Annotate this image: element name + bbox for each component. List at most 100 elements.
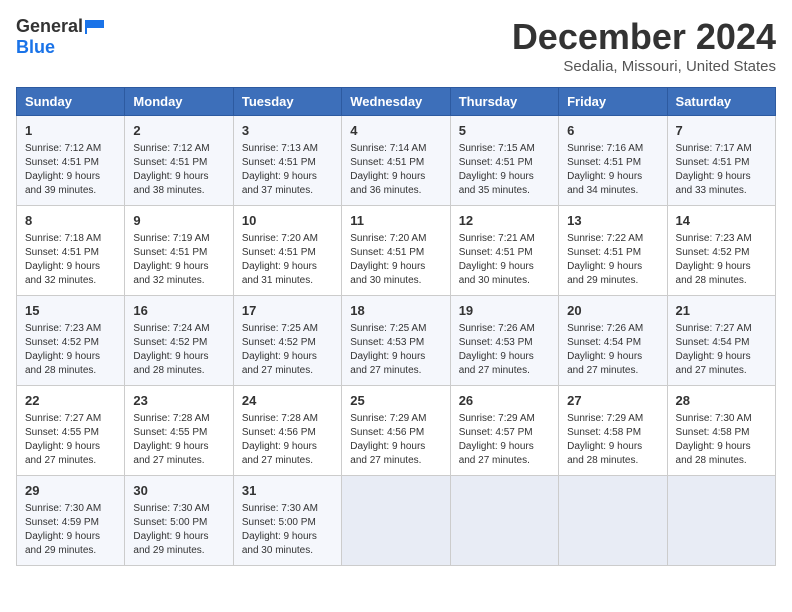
day-number: 23 — [133, 392, 224, 410]
calendar-header-row: SundayMondayTuesdayWednesdayThursdayFrid… — [17, 88, 776, 116]
day-number: 29 — [25, 482, 116, 500]
day-number: 3 — [242, 122, 333, 140]
day-number: 1 — [25, 122, 116, 140]
day-info: Sunrise: 7:30 AMSunset: 4:59 PMDaylight:… — [25, 502, 116, 558]
day-number: 18 — [350, 302, 441, 320]
day-info: Sunrise: 7:24 AMSunset: 4:52 PMDaylight:… — [133, 322, 224, 378]
calendar-cell: 3Sunrise: 7:13 AMSunset: 4:51 PMDaylight… — [233, 116, 341, 206]
day-info: Sunrise: 7:12 AMSunset: 4:51 PMDaylight:… — [133, 142, 224, 198]
logo-flag-icon — [84, 18, 106, 36]
day-info: Sunrise: 7:27 AMSunset: 4:55 PMDaylight:… — [25, 412, 116, 468]
title-area: December 2024 Sedalia, Missouri, United … — [512, 16, 776, 75]
day-info: Sunrise: 7:15 AMSunset: 4:51 PMDaylight:… — [459, 142, 550, 198]
day-number: 6 — [567, 122, 658, 140]
day-info: Sunrise: 7:29 AMSunset: 4:57 PMDaylight:… — [459, 412, 550, 468]
calendar-week-row: 15 Sunrise: 7:23 AMSunset: 4:52 PMDayligh… — [17, 296, 776, 386]
day-info: Sunrise: 7:23 AMSunset: 4:52 PMDaylight:… — [676, 232, 767, 288]
calendar-cell: 13 Sunrise: 7:22 AMSunset: 4:51 PMDayligh… — [559, 206, 667, 296]
calendar-cell: 2 Sunrise: 7:12 AMSunset: 4:51 PMDaylight… — [125, 116, 233, 206]
day-number: 15 — [25, 302, 116, 320]
day-info: Sunrise: 7:22 AMSunset: 4:51 PMDaylight:… — [567, 232, 658, 288]
day-number: 4 — [350, 122, 441, 140]
day-info: Sunrise: 7:18 AMSunset: 4:51 PMDaylight:… — [25, 232, 116, 288]
logo-blue-text: Blue — [16, 37, 55, 57]
calendar-cell — [450, 476, 558, 566]
calendar-cell: 23 Sunrise: 7:28 AMSunset: 4:55 PMDayligh… — [125, 386, 233, 476]
day-number: 14 — [676, 212, 767, 230]
day-number: 22 — [25, 392, 116, 410]
day-info: Sunrise: 7:23 AMSunset: 4:52 PMDaylight:… — [25, 322, 116, 378]
day-number: 21 — [676, 302, 767, 320]
calendar-cell: 30Sunrise: 7:30 AMSunset: 5:00 PMDayligh… — [125, 476, 233, 566]
calendar-cell: 18 Sunrise: 7:25 AMSunset: 4:53 PMDayligh… — [342, 296, 450, 386]
calendar-cell — [342, 476, 450, 566]
day-info: Sunrise: 7:25 AMSunset: 4:52 PMDaylight:… — [242, 322, 333, 378]
header-day-wednesday: Wednesday — [342, 88, 450, 116]
calendar-cell: 25 Sunrise: 7:29 AMSunset: 4:56 PMDayligh… — [342, 386, 450, 476]
day-info: Sunrise: 7:16 AMSunset: 4:51 PMDaylight:… — [567, 142, 658, 198]
calendar-cell: 11Sunrise: 7:20 AMSunset: 4:51 PMDayligh… — [342, 206, 450, 296]
calendar-cell: 7 Sunrise: 7:17 AMSunset: 4:51 PMDaylight… — [667, 116, 775, 206]
day-number: 10 — [242, 212, 333, 230]
calendar-cell — [559, 476, 667, 566]
calendar-cell: 21 Sunrise: 7:27 AMSunset: 4:54 PMDayligh… — [667, 296, 775, 386]
month-title: December 2024 — [512, 16, 776, 58]
day-number: 9 — [133, 212, 224, 230]
day-number: 2 — [133, 122, 224, 140]
day-info: Sunrise: 7:27 AMSunset: 4:54 PMDaylight:… — [676, 322, 767, 378]
day-number: 12 — [459, 212, 550, 230]
logo-general-text: General — [16, 16, 83, 37]
location-text: Sedalia, Missouri, United States — [512, 58, 776, 75]
calendar-cell — [667, 476, 775, 566]
day-info: Sunrise: 7:28 AMSunset: 4:56 PMDaylight:… — [242, 412, 333, 468]
calendar-week-row: 8Sunrise: 7:18 AMSunset: 4:51 PMDaylight… — [17, 206, 776, 296]
calendar-cell: 1Sunrise: 7:12 AMSunset: 4:51 PMDaylight… — [17, 116, 125, 206]
calendar-cell: 16 Sunrise: 7:24 AMSunset: 4:52 PMDayligh… — [125, 296, 233, 386]
day-number: 25 — [350, 392, 441, 410]
day-info: Sunrise: 7:14 AMSunset: 4:51 PMDaylight:… — [350, 142, 441, 198]
day-number: 30 — [133, 482, 224, 500]
calendar-week-row: 29 Sunrise: 7:30 AMSunset: 4:59 PMDayligh… — [17, 476, 776, 566]
calendar-cell: 20Sunrise: 7:26 AMSunset: 4:54 PMDayligh… — [559, 296, 667, 386]
day-info: Sunrise: 7:29 AMSunset: 4:56 PMDaylight:… — [350, 412, 441, 468]
day-number: 26 — [459, 392, 550, 410]
calendar-week-row: 22 Sunrise: 7:27 AMSunset: 4:55 PMDayligh… — [17, 386, 776, 476]
day-info: Sunrise: 7:21 AMSunset: 4:51 PMDaylight:… — [459, 232, 550, 288]
header: General Blue December 2024 Sedalia, Miss… — [16, 16, 776, 75]
header-day-thursday: Thursday — [450, 88, 558, 116]
day-number: 7 — [676, 122, 767, 140]
day-number: 28 — [676, 392, 767, 410]
calendar-cell: 29 Sunrise: 7:30 AMSunset: 4:59 PMDayligh… — [17, 476, 125, 566]
calendar-cell: 19 Sunrise: 7:26 AMSunset: 4:53 PMDayligh… — [450, 296, 558, 386]
header-day-friday: Friday — [559, 88, 667, 116]
day-info: Sunrise: 7:26 AMSunset: 4:54 PMDaylight:… — [567, 322, 658, 378]
day-number: 24 — [242, 392, 333, 410]
logo: General Blue — [16, 16, 107, 58]
header-day-monday: Monday — [125, 88, 233, 116]
calendar-cell: 12 Sunrise: 7:21 AMSunset: 4:51 PMDayligh… — [450, 206, 558, 296]
day-number: 5 — [459, 122, 550, 140]
day-info: Sunrise: 7:30 AMSunset: 5:00 PMDaylight:… — [242, 502, 333, 558]
day-number: 19 — [459, 302, 550, 320]
day-number: 27 — [567, 392, 658, 410]
header-day-tuesday: Tuesday — [233, 88, 341, 116]
calendar-cell: 8Sunrise: 7:18 AMSunset: 4:51 PMDaylight… — [17, 206, 125, 296]
day-info: Sunrise: 7:26 AMSunset: 4:53 PMDaylight:… — [459, 322, 550, 378]
day-info: Sunrise: 7:28 AMSunset: 4:55 PMDaylight:… — [133, 412, 224, 468]
day-info: Sunrise: 7:20 AMSunset: 4:51 PMDaylight:… — [350, 232, 441, 288]
day-number: 16 — [133, 302, 224, 320]
day-info: Sunrise: 7:25 AMSunset: 4:53 PMDaylight:… — [350, 322, 441, 378]
calendar-cell: 6 Sunrise: 7:16 AMSunset: 4:51 PMDaylight… — [559, 116, 667, 206]
calendar-cell: 27Sunrise: 7:29 AMSunset: 4:58 PMDayligh… — [559, 386, 667, 476]
day-number: 31 — [242, 482, 333, 500]
day-number: 13 — [567, 212, 658, 230]
calendar-cell: 22 Sunrise: 7:27 AMSunset: 4:55 PMDayligh… — [17, 386, 125, 476]
calendar-cell: 26 Sunrise: 7:29 AMSunset: 4:57 PMDayligh… — [450, 386, 558, 476]
calendar-cell: 31 Sunrise: 7:30 AMSunset: 5:00 PMDayligh… — [233, 476, 341, 566]
day-info: Sunrise: 7:20 AMSunset: 4:51 PMDaylight:… — [242, 232, 333, 288]
calendar-cell: 9Sunrise: 7:19 AMSunset: 4:51 PMDaylight… — [125, 206, 233, 296]
calendar-cell: 14 Sunrise: 7:23 AMSunset: 4:52 PMDayligh… — [667, 206, 775, 296]
calendar-table: SundayMondayTuesdayWednesdayThursdayFrid… — [16, 87, 776, 566]
calendar-cell: 17Sunrise: 7:25 AMSunset: 4:52 PMDayligh… — [233, 296, 341, 386]
day-info: Sunrise: 7:17 AMSunset: 4:51 PMDaylight:… — [676, 142, 767, 198]
